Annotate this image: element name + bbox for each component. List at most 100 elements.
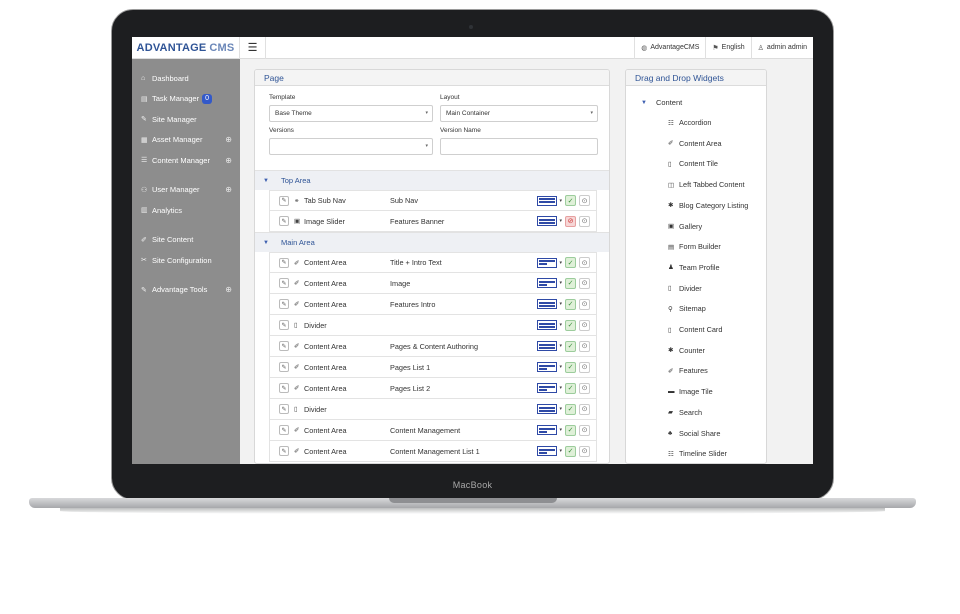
settings-icon[interactable]: ⊙: [579, 446, 590, 457]
widget-item[interactable]: ▯Divider: [668, 284, 702, 293]
triangle-down-icon[interactable]: ▼: [641, 100, 647, 106]
chevron-down-icon[interactable]: ▾: [559, 406, 562, 412]
pencil-icon[interactable]: ✎: [279, 446, 289, 456]
user-menu[interactable]: ♙ admin admin: [751, 37, 813, 59]
sidebar-item[interactable]: ✂Site Configuration: [132, 250, 240, 271]
ban-icon[interactable]: ⊘: [565, 216, 576, 227]
triangle-down-icon[interactable]: ▼: [255, 240, 281, 246]
check-circle-icon[interactable]: ✓: [565, 320, 576, 331]
pencil-icon[interactable]: ✎: [279, 299, 289, 309]
widget-item[interactable]: ♣Social Share: [668, 429, 720, 438]
settings-icon[interactable]: ⊙: [579, 195, 590, 206]
widget-item[interactable]: ✐Features: [668, 366, 708, 375]
sidebar-item[interactable]: ✐Site Content: [132, 230, 240, 251]
pencil-icon[interactable]: ✎: [279, 258, 289, 268]
pencil-icon[interactable]: ✎: [279, 362, 289, 372]
widget-item[interactable]: ▯Content Card: [668, 325, 722, 334]
widget-row[interactable]: ✎✐Content AreaImage▾✓⊙: [269, 273, 597, 294]
layout-icon[interactable]: [537, 341, 557, 351]
sidebar-item[interactable]: ▥Analytics: [132, 200, 240, 221]
layout-icon[interactable]: [537, 362, 557, 372]
layout-icon[interactable]: [537, 425, 557, 435]
triangle-down-icon[interactable]: ▼: [255, 178, 281, 184]
pencil-icon[interactable]: ✎: [279, 383, 289, 393]
check-circle-icon[interactable]: ✓: [565, 362, 576, 373]
check-circle-icon[interactable]: ✓: [565, 446, 576, 457]
layout-icon[interactable]: [537, 216, 557, 226]
check-circle-icon[interactable]: ✓: [565, 341, 576, 352]
layout-icon[interactable]: [537, 446, 557, 456]
sidebar-item[interactable]: ✎Site Manager: [132, 109, 240, 130]
widget-row[interactable]: ✎✐Content AreaPages List 2▾✓⊙: [269, 378, 597, 399]
widget-item[interactable]: ◫Left Tabbed Content: [668, 180, 745, 189]
check-circle-icon[interactable]: ✓: [565, 425, 576, 436]
plus-circle-icon[interactable]: ⊕: [225, 156, 232, 165]
widget-row[interactable]: ✎✐Content AreaContent Management▾✓⊙: [269, 420, 597, 441]
pencil-icon[interactable]: ✎: [279, 425, 289, 435]
menu-toggle-button[interactable]: ☰: [240, 37, 266, 59]
versions-select[interactable]: ▾: [269, 138, 433, 155]
check-circle-icon[interactable]: ✓: [565, 278, 576, 289]
settings-icon[interactable]: ⊙: [579, 320, 590, 331]
sidebar-item[interactable]: ▦Asset Manager⊕: [132, 130, 240, 151]
check-circle-icon[interactable]: ✓: [565, 195, 576, 206]
pencil-icon[interactable]: ✎: [279, 196, 289, 206]
settings-icon[interactable]: ⊙: [579, 341, 590, 352]
version-name-input[interactable]: [440, 138, 598, 155]
chevron-down-icon[interactable]: ▾: [559, 448, 562, 454]
settings-icon[interactable]: ⊙: [579, 299, 590, 310]
pencil-icon[interactable]: ✎: [279, 320, 289, 330]
chevron-down-icon[interactable]: ▾: [559, 385, 562, 391]
widget-item[interactable]: ✐Content Area: [668, 139, 722, 148]
sidebar-item[interactable]: ⌂Dashboard: [132, 68, 240, 89]
layout-icon[interactable]: [537, 196, 557, 206]
chevron-down-icon[interactable]: ▾: [559, 280, 562, 286]
chevron-down-icon[interactable]: ▾: [559, 322, 562, 328]
check-circle-icon[interactable]: ✓: [565, 257, 576, 268]
pencil-icon[interactable]: ✎: [279, 404, 289, 414]
template-select[interactable]: Base Theme ▾: [269, 105, 433, 122]
pencil-icon[interactable]: ✎: [279, 341, 289, 351]
widget-item[interactable]: ▯Content Tile: [668, 159, 718, 168]
settings-icon[interactable]: ⊙: [579, 257, 590, 268]
sidebar-item[interactable]: ▤Task Manager0: [132, 89, 240, 110]
section-header[interactable]: ▼Main Area: [255, 232, 610, 252]
chevron-down-icon[interactable]: ▾: [559, 218, 562, 224]
widget-item[interactable]: ☷Accordion: [668, 118, 711, 127]
plus-circle-icon[interactable]: ⊕: [225, 135, 232, 144]
widget-row[interactable]: ✎⚭Tab Sub NavSub Nav▾✓⊙: [269, 190, 597, 211]
settings-icon[interactable]: ⊙: [579, 216, 590, 227]
chevron-down-icon[interactable]: ▾: [559, 343, 562, 349]
settings-icon[interactable]: ⊙: [579, 362, 590, 373]
settings-icon[interactable]: ⊙: [579, 425, 590, 436]
widget-row[interactable]: ✎✐Content AreaContent Management List 1▾…: [269, 441, 597, 462]
check-circle-icon[interactable]: ✓: [565, 383, 576, 394]
widget-item[interactable]: ▰Search: [668, 408, 702, 417]
chevron-down-icon[interactable]: ▾: [559, 364, 562, 370]
settings-icon[interactable]: ⊙: [579, 278, 590, 289]
widget-item[interactable]: ▣Gallery: [668, 222, 702, 231]
chevron-down-icon[interactable]: ▾: [559, 301, 562, 307]
widget-item[interactable]: ☷Timeline Slider: [668, 449, 727, 458]
plus-circle-icon[interactable]: ⊕: [225, 285, 232, 294]
widget-row[interactable]: ✎▯Divider▾✓⊙: [269, 399, 597, 420]
pencil-icon[interactable]: ✎: [279, 216, 289, 226]
sidebar-item[interactable]: ✎Advantage Tools⊕: [132, 280, 240, 301]
sidebar-item[interactable]: ⚇User Manager⊕: [132, 180, 240, 201]
layout-icon[interactable]: [537, 278, 557, 288]
section-header[interactable]: ▼Top Area: [255, 170, 610, 190]
chevron-down-icon[interactable]: ▾: [559, 427, 562, 433]
layout-select[interactable]: Main Container ▾: [440, 105, 598, 122]
widget-row[interactable]: ✎✐Content AreaTitle + Intro Text▾✓⊙: [269, 252, 597, 273]
widget-row[interactable]: ✎▯Divider▾✓⊙: [269, 315, 597, 336]
site-selector[interactable]: ◍ AdvantageCMS: [634, 37, 705, 59]
pencil-icon[interactable]: ✎: [279, 278, 289, 288]
layout-icon[interactable]: [537, 383, 557, 393]
settings-icon[interactable]: ⊙: [579, 404, 590, 415]
widget-row[interactable]: ✎✐Content AreaFeatures Intro▾✓⊙: [269, 294, 597, 315]
sidebar-item[interactable]: ☰Content Manager⊕: [132, 150, 240, 171]
widget-item[interactable]: ⚲Sitemap: [668, 304, 706, 313]
widget-item[interactable]: ▤Form Builder: [668, 242, 721, 251]
widget-item[interactable]: ✱Blog Category Listing: [668, 201, 748, 210]
widget-item[interactable]: ▬Image Tile: [668, 387, 713, 396]
